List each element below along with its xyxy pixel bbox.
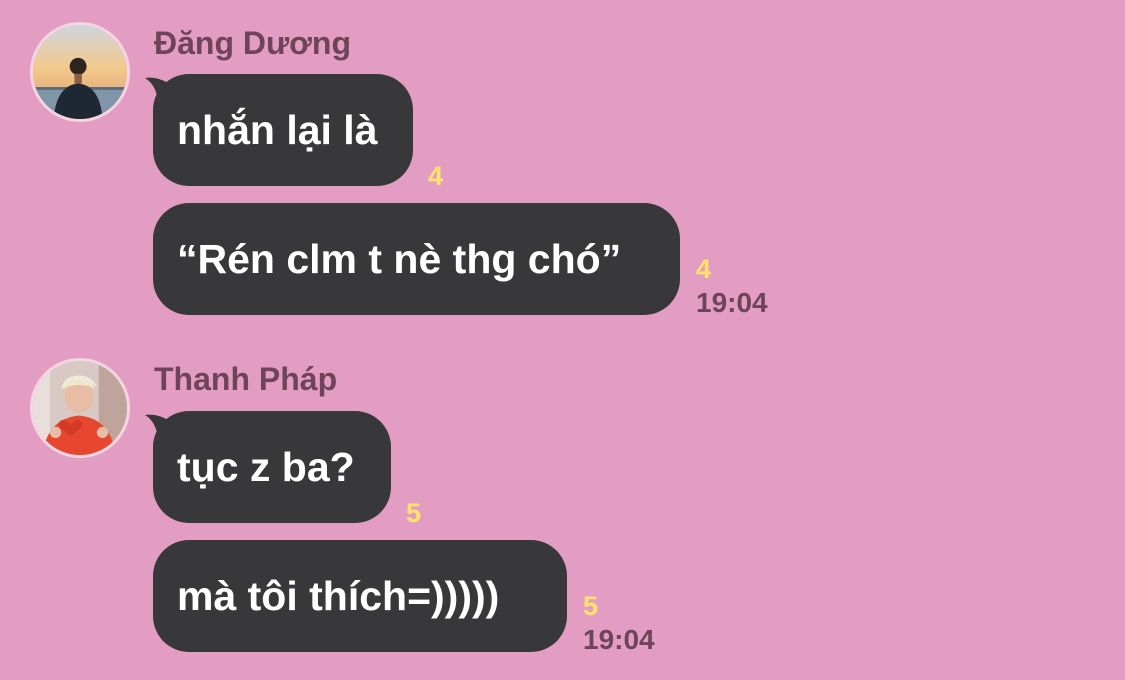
message-meta: 5 19:04: [583, 591, 655, 656]
unread-count: 4: [428, 161, 444, 191]
message-bubble[interactable]: “Rén clm t nè thg chó”: [153, 203, 680, 315]
message-meta: 4 19:04: [696, 254, 768, 319]
sender-name: Thanh Pháp: [154, 361, 338, 397]
message-bubble[interactable]: tục z ba?: [153, 411, 391, 523]
user-avatar-icon-image: [33, 25, 127, 119]
unread-count: 4: [696, 254, 712, 284]
user-avatar-icon[interactable]: [30, 22, 130, 122]
message-timestamp: 19:04: [696, 287, 768, 318]
sender-name: Đăng Dương: [154, 25, 352, 61]
unread-count: 5: [406, 498, 422, 528]
user-avatar-icon-image: [33, 361, 127, 455]
message-bubble[interactable]: mà tôi thích=))))): [153, 540, 567, 652]
message-bubble[interactable]: nhắn lại là: [153, 74, 413, 186]
message-meta: 5: [406, 498, 421, 529]
user-avatar-icon[interactable]: [30, 358, 130, 458]
unread-count: 5: [583, 591, 599, 621]
message-timestamp: 19:04: [583, 624, 655, 655]
message-meta: 4: [428, 161, 443, 192]
